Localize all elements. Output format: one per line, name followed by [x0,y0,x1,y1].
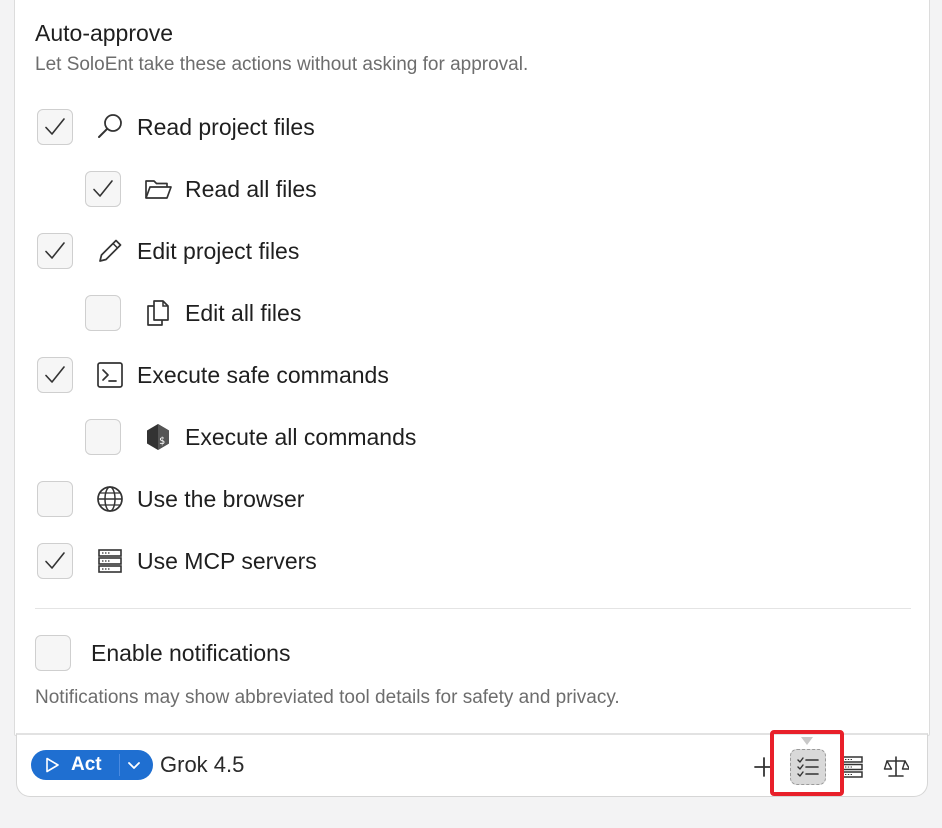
scale-icon[interactable] [878,749,914,785]
option-label: Use MCP servers [137,547,317,574]
option-label: Execute all commands [185,423,417,450]
act-label: Act [71,754,102,775]
option-execute-all-commands[interactable]: $_ Execute all commands [85,417,416,457]
checkbox[interactable] [35,635,71,671]
checkbox[interactable] [37,357,73,393]
checkbox[interactable] [37,109,73,145]
globe-icon [93,482,127,516]
checkmark-icon [93,180,113,197]
model-selector[interactable]: Grok 4.5 [160,752,244,778]
checkmark-icon [45,242,65,259]
option-read-project-files[interactable]: Read project files [37,107,315,147]
act-separator [119,754,120,776]
option-execute-safe-commands[interactable]: Execute safe commands [37,355,389,395]
checkbox[interactable] [85,419,121,455]
checkbox[interactable] [37,233,73,269]
svg-text:$_: $_ [159,436,172,447]
server-list-icon[interactable] [834,749,870,785]
checkbox[interactable] [37,481,73,517]
chevron-down-icon[interactable] [125,756,143,774]
checkbox[interactable] [85,171,121,207]
divider [35,608,911,609]
panel-title: Auto-approve [35,20,174,46]
tooltip-pointer [801,737,813,745]
option-label: Read project files [137,113,315,140]
checklist-icon[interactable] [790,749,826,785]
notifications-note: Notifications may show abbreviated tool … [35,687,620,708]
checkmark-icon [45,366,65,383]
pencil-icon [93,234,127,268]
server-icon [93,544,127,578]
panel-subtitle: Let SoloEnt take these actions without a… [35,54,529,75]
search-icon [93,110,127,144]
option-use-browser[interactable]: Use the browser [37,479,304,519]
bottom-toolbar: Act Grok 4.5 [16,733,928,797]
option-use-mcp-servers[interactable]: Use MCP servers [37,541,317,581]
act-mode-button[interactable]: Act [31,750,153,780]
option-enable-notifications[interactable]: Enable notifications [35,633,290,673]
option-edit-project-files[interactable]: Edit project files [37,231,299,271]
option-label: Edit project files [137,237,300,264]
option-label: Execute safe commands [137,361,389,388]
shell-script-icon: $_ [141,420,175,454]
option-label: Read all files [185,175,317,202]
option-edit-all-files[interactable]: Edit all files [85,293,301,333]
auto-approve-panel: Auto-approve Let SoloEnt take these acti… [14,0,930,736]
option-label: Edit all files [185,299,302,326]
option-read-all-files[interactable]: Read all files [85,169,317,209]
copy-files-icon [141,296,175,330]
option-label: Enable notifications [91,639,291,666]
option-label: Use the browser [137,485,305,512]
checkbox[interactable] [85,295,121,331]
play-icon [46,757,59,773]
checkbox[interactable] [37,543,73,579]
folder-open-icon [141,172,175,206]
checkmark-icon [45,552,65,569]
plus-icon[interactable] [746,749,782,785]
checkmark-icon [45,118,65,135]
terminal-icon [93,358,127,392]
